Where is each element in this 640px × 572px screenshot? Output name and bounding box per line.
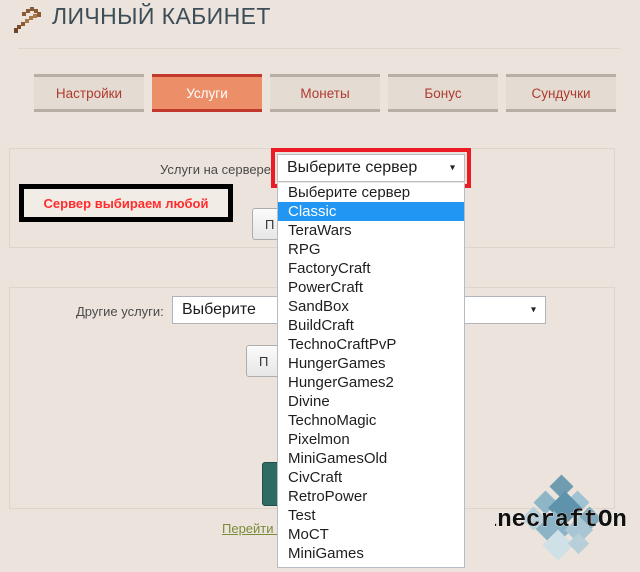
dropdown-option[interactable]: CivCraft	[278, 468, 464, 487]
tab-bar: Настройки Услуги Монеты Бонус Сундучки	[34, 74, 616, 112]
dropdown-option[interactable]: HungerGames	[278, 354, 464, 373]
dropdown-option[interactable]: TechnoCraftPvP	[278, 335, 464, 354]
footer-navigation-link[interactable]: Перейти к	[222, 521, 283, 536]
tab-monety[interactable]: Монеты	[270, 74, 380, 112]
tab-sunduchki[interactable]: Сундучки	[506, 74, 616, 112]
logo-text: MinecraftOnly	[495, 507, 629, 534]
dropdown-option[interactable]: SandBox	[278, 297, 464, 316]
dropdown-option[interactable]: TechnoMagic	[278, 411, 464, 430]
tab-uslugi[interactable]: Услуги	[152, 74, 262, 112]
dropdown-option[interactable]: FactoryCraft	[278, 259, 464, 278]
dropdown-option[interactable]: BuildCraft	[278, 316, 464, 335]
tab-nastroyki[interactable]: Настройки	[34, 74, 144, 112]
server-select-label: Услуги на сервере:	[160, 162, 275, 177]
dropdown-option[interactable]: RPG	[278, 240, 464, 259]
minecraftonly-logo: MinecraftOnly	[495, 474, 629, 561]
other-select-label: Другие услуги:	[76, 304, 164, 319]
dropdown-option[interactable]: Divine	[278, 392, 464, 411]
page-title: ЛИЧНЫЙ КАБИНЕТ	[52, 3, 271, 29]
dropdown-option[interactable]: MiniGamesOld	[278, 449, 464, 468]
chevron-down-icon-other: ▾	[530, 304, 536, 316]
dropdown-option[interactable]: TeraWars	[278, 221, 464, 240]
dropdown-option[interactable]: MiniGames	[278, 544, 464, 563]
dropdown-option[interactable]: PowerCraft	[278, 278, 464, 297]
server-select-value: Выберите сервер	[287, 159, 418, 176]
other-select-value: Выберите	[182, 301, 256, 318]
dropdown-option[interactable]: Test	[278, 506, 464, 525]
chevron-down-icon: ▾	[449, 162, 455, 174]
dropdown-option[interactable]: Выберите сервер	[278, 183, 464, 202]
annotation-box-server-any: Сервер выбираем любой	[19, 184, 233, 222]
server-select[interactable]: Выберите сервер ▾	[277, 154, 465, 182]
dropdown-option[interactable]: Pixelmon	[278, 430, 464, 449]
header-divider	[18, 48, 620, 49]
dropdown-option[interactable]: MoCT	[278, 525, 464, 544]
dropdown-option[interactable]: RetroPower	[278, 487, 464, 506]
dropdown-option[interactable]: Classic	[278, 202, 464, 221]
tab-bonus[interactable]: Бонус	[388, 74, 498, 112]
dropdown-option[interactable]: HungerGames2	[278, 373, 464, 392]
server-dropdown-list[interactable]: Выберите сервер Classic TeraWars RPG Factory…	[277, 183, 465, 568]
annotation-text: Сервер выбираем любой	[43, 195, 209, 211]
page-header: ЛИЧНЫЙ КАБИНЕТ	[0, 0, 640, 49]
pickaxe-icon	[14, 7, 41, 33]
